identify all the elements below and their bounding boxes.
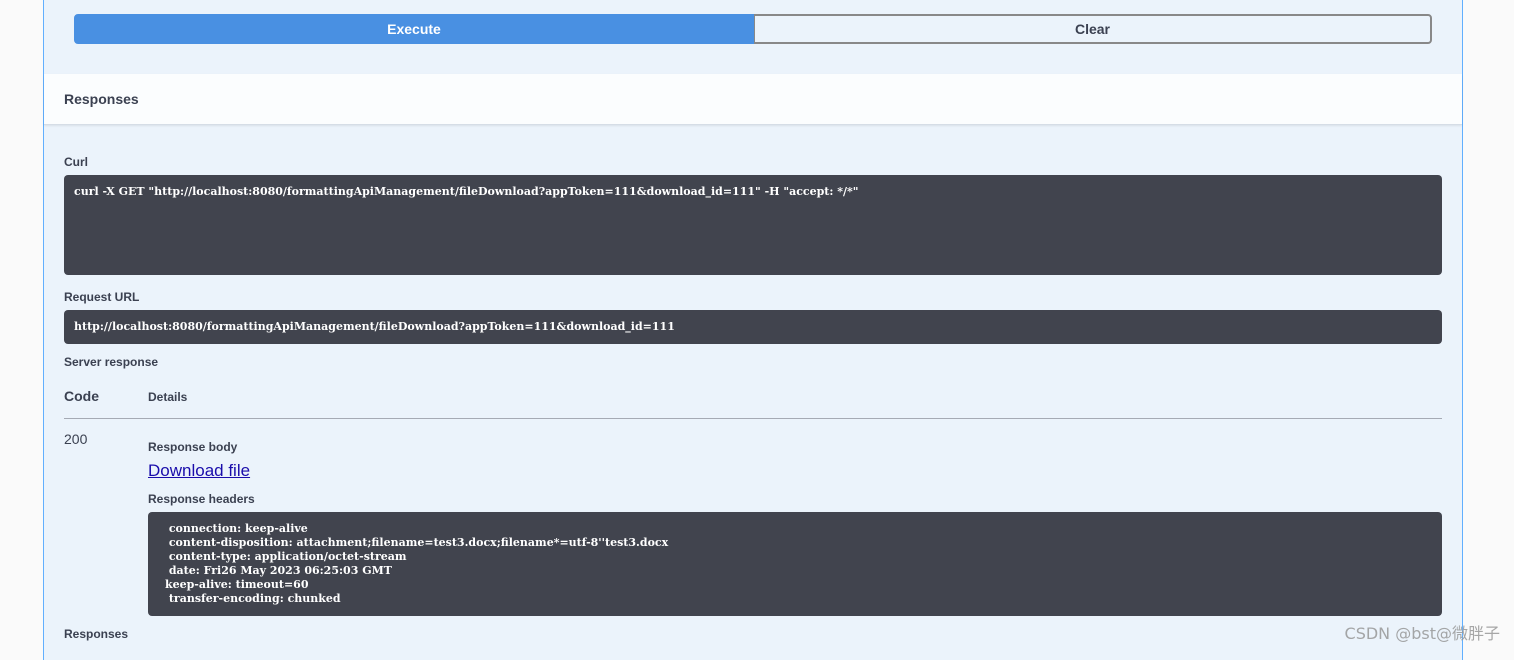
table-header-details: Details	[148, 390, 188, 404]
watermark-text: CSDN @bst@微胖子	[1344, 624, 1500, 643]
response-body-label: Response body	[148, 440, 238, 454]
curl-label: Curl	[64, 155, 88, 169]
clear-button[interactable]: Clear	[754, 14, 1432, 44]
response-headers-value[interactable]: connection: keep-alive content-dispositi…	[148, 512, 1442, 616]
table-header-code: Code	[64, 388, 99, 404]
download-file-link[interactable]: Download file	[148, 461, 250, 481]
response-status-code: 200	[64, 431, 88, 447]
responses-title: Responses	[64, 91, 139, 107]
operation-block: Execute Clear Responses Curl curl -X GET…	[43, 0, 1463, 660]
responses-header: Responses	[44, 74, 1462, 125]
request-url-label: Request URL	[64, 290, 140, 304]
execute-wrapper: Execute Clear	[74, 14, 1432, 44]
response-headers-label: Response headers	[148, 492, 255, 506]
table-divider	[64, 418, 1442, 419]
responses-footer-label: Responses	[64, 627, 129, 641]
curl-command[interactable]: curl -X GET "http://localhost:8080/forma…	[64, 175, 1442, 275]
server-response-label: Server response	[64, 355, 159, 369]
request-url-value[interactable]: http://localhost:8080/formattingApiManag…	[64, 310, 1442, 344]
execute-button[interactable]: Execute	[74, 14, 754, 44]
